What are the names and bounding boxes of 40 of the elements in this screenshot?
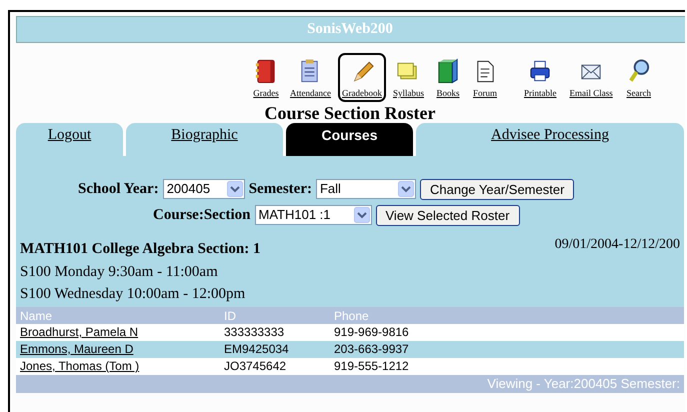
column-header: ID [224, 308, 237, 324]
table-cell-text: 919-555-1212 [334, 358, 409, 375]
table-cell-text: EM9425034 [224, 341, 290, 358]
toolbar-button[interactable]: Syllabus [388, 53, 428, 102]
toolbar-button[interactable]: Forum [468, 53, 502, 102]
table-cell-text: 333333333 [224, 324, 286, 341]
nav-tab[interactable]: Logout [16, 123, 123, 156]
app-title-bar: SonisWeb200 [16, 16, 685, 43]
student-name-link[interactable]: Jones, Thomas (Tom ) [20, 359, 140, 373]
student-name-link[interactable]: Emmons, Maureen D [20, 342, 134, 356]
nav-tab[interactable]: Advisee Processing [416, 123, 684, 156]
change-year-semester-button[interactable]: Change Year/Semester [420, 178, 574, 200]
page-heading: Course Section Roster [264, 104, 436, 121]
nav-tab[interactable]: Biographic [126, 123, 283, 156]
column-header: Phone [334, 308, 369, 324]
view-roster-button[interactable]: View Selected Roster [376, 204, 520, 226]
meeting-time: S100 Wednesday 10:00am - 12:00pm [20, 284, 246, 304]
table-cell-text: 203-663-9937 [334, 341, 409, 358]
table-cell-text: 919-969-9816 [334, 324, 409, 341]
course-dates: 09/01/2004-12/12/200 [554, 238, 681, 254]
toolbar-button[interactable]: Printable [520, 53, 560, 102]
course-title: MATH101 College Algebra Section: 1 [20, 240, 261, 259]
toolbar-button[interactable]: Gradebook [338, 53, 386, 102]
toolbar-button[interactable]: Email Class [566, 53, 617, 102]
field-label: Semester: [248, 180, 312, 199]
status-bar: Viewing - Year:200405 Semester: [16, 374, 684, 392]
meeting-time: S100 Monday 9:30am - 11:00am [20, 262, 219, 282]
nav-tab[interactable]: Courses [286, 123, 413, 156]
toolbar-button[interactable]: Search [622, 53, 656, 102]
toolbar-button[interactable]: Grades [249, 53, 283, 102]
field-label: Course:Section [153, 206, 250, 225]
field-label: School Year: [78, 180, 159, 199]
column-header: Name [20, 308, 54, 324]
student-name-link[interactable]: Broadhurst, Pamela N [20, 325, 138, 339]
toolbar-button[interactable]: Books [431, 53, 465, 102]
table-cell-text: JO3745642 [224, 358, 288, 375]
semester-select[interactable]: Fall [316, 179, 416, 199]
course-section-select[interactable]: MATH101 :1 [254, 205, 372, 225]
toolbar-button[interactable]: Attendance [286, 53, 335, 102]
school-year-select[interactable]: 200405 [162, 179, 245, 199]
